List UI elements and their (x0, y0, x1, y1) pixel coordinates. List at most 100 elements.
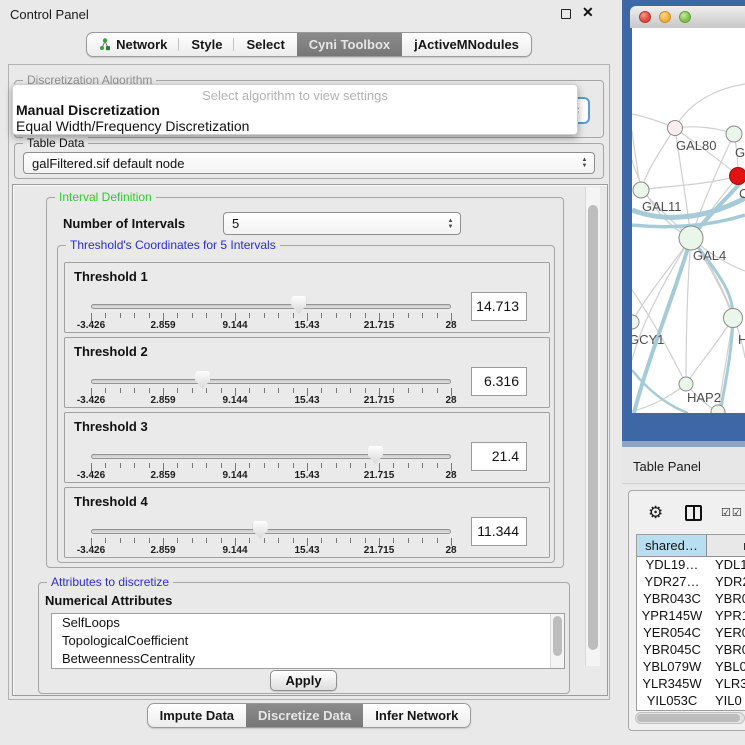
threshold-value-field[interactable]: 14.713 (471, 292, 527, 321)
threshold-3-box: Threshold 3-3.4262.8599.14415.4321.71528… (64, 412, 550, 483)
network-edge[interactable] (675, 84, 745, 128)
slider-thumb[interactable] (253, 521, 268, 539)
vertical-scrollbar[interactable] (585, 187, 600, 666)
slider-tick (293, 388, 294, 393)
table-row[interactable]: YER054CYER0 (637, 625, 745, 642)
table-row[interactable]: YPR145WYPR1 (637, 608, 745, 625)
close-icon[interactable]: ✕ (582, 4, 594, 21)
table-row[interactable]: YBR043CYBR0 (637, 591, 745, 608)
table-row[interactable]: YDL19…YDL1 (637, 557, 745, 574)
bottom-tab-discretize-data[interactable]: Discretize Data (246, 704, 363, 727)
slider-tick (249, 538, 250, 543)
column-header-na[interactable]: na (707, 535, 745, 556)
apply-button[interactable]: Apply (270, 670, 337, 691)
node-label-gal11: GAL11 (642, 199, 682, 214)
threshold-2-box: Threshold 2-3.4262.8599.14415.4321.71528… (64, 337, 550, 408)
tab-cyni-toolbox[interactable]: Cyni Toolbox (297, 33, 402, 56)
network-canvas[interactable]: GAL80GACGAL11GAL4GCY1HHAP2 (632, 28, 745, 413)
table-cell: YLR345W (637, 676, 707, 693)
dropdown-option-equal-width-frequency-discretization[interactable]: Equal Width/Frequency Discretization (13, 118, 577, 134)
checkbox-filter-icons[interactable]: ☑☑ (721, 506, 743, 519)
slider-tick (365, 313, 366, 318)
table-header-row: shared…na (637, 535, 745, 557)
slider-track[interactable] (91, 304, 451, 309)
hscrollbar-thumb[interactable] (637, 714, 740, 722)
attribute-item-betweennesscentrality[interactable]: BetweennessCentrality (52, 650, 564, 668)
close-traffic-light-icon[interactable] (639, 11, 651, 23)
network-node-gcy1[interactable] (632, 315, 639, 329)
num-intervals-label: Number of Intervals (63, 216, 185, 231)
slider-tick (350, 463, 351, 468)
slider-tick (437, 463, 438, 468)
algorithm-combo-placeholder: Select algorithm to view settings (13, 85, 577, 102)
threshold-value-field[interactable]: 21.4 (471, 442, 527, 471)
network-edge[interactable] (641, 128, 675, 190)
gear-icon[interactable]: ⚙ (648, 503, 663, 523)
split-columns-icon[interactable] (685, 505, 702, 521)
minimize-traffic-light-icon[interactable] (659, 11, 671, 23)
network-node-hap2[interactable] (679, 377, 693, 391)
slider-thumb[interactable] (291, 296, 306, 314)
table-row[interactable]: YLR345WYLR3 (637, 676, 745, 693)
slider-track[interactable] (91, 454, 451, 459)
network-node-c[interactable] (730, 168, 745, 185)
network-node-unlabeled[interactable] (711, 405, 725, 413)
slider-tick (264, 388, 265, 393)
table-cell: YLR3 (707, 676, 745, 693)
bottom-tab-infer-network[interactable]: Infer Network (363, 704, 470, 727)
control-panel-titlebar: Control Panel ✕ (0, 0, 618, 28)
slider-thumb[interactable] (368, 446, 383, 464)
network-node-h[interactable] (724, 309, 743, 328)
num-intervals-combo[interactable]: 5 ▲▼ (223, 212, 461, 235)
table-row[interactable]: YBL079WYBL0 (637, 659, 745, 676)
network-node-gal4[interactable] (679, 226, 703, 250)
attribute-item-selfloops[interactable]: SelfLoops (52, 614, 564, 632)
table-row[interactable]: YIL053CYIL0 (637, 693, 745, 710)
network-edge[interactable] (641, 176, 738, 190)
list-scrollbar[interactable] (550, 614, 564, 668)
float-window-icon[interactable] (561, 9, 571, 19)
slider-tick (192, 463, 193, 468)
network-edge[interactable] (686, 238, 691, 384)
tab-network[interactable]: Network (87, 33, 179, 56)
tab-style[interactable]: Style (179, 33, 234, 56)
threshold-value-field[interactable]: 11.344 (471, 517, 527, 546)
table-row[interactable]: YBR045CYBR0 (637, 642, 745, 659)
slider-thumb[interactable] (195, 371, 210, 389)
column-header-shared[interactable]: shared… (637, 535, 707, 556)
network-edge[interactable] (632, 238, 691, 322)
network-node-ga[interactable] (726, 126, 742, 142)
network-edge[interactable] (675, 127, 734, 134)
list-scrollbar-thumb[interactable] (553, 616, 562, 656)
slider-tick-label: 28 (423, 545, 479, 556)
zoom-traffic-light-icon[interactable] (679, 11, 691, 23)
node-table[interactable]: shared…na YDL19…YDL1YDR27…YDR2YBR043CYBR… (636, 534, 745, 711)
network-node-gal80[interactable] (668, 121, 683, 136)
threshold-label: Threshold 1 (74, 269, 148, 284)
attribute-item-topologicalcoefficient[interactable]: TopologicalCoefficient (52, 632, 564, 650)
slider-tick (206, 538, 207, 543)
bottom-tab-impute-data[interactable]: Impute Data (148, 704, 246, 727)
slider-tick (105, 388, 106, 393)
tab-select[interactable]: Select (234, 33, 296, 56)
dropdown-option-manual-discretization[interactable]: Manual Discretization (13, 102, 577, 118)
table-data-combo[interactable]: galFiltered.sif default node ▲▼ (23, 152, 595, 174)
horizontal-scrollbar[interactable] (635, 712, 745, 724)
slider-tick-label: 9.144 (207, 395, 263, 406)
slider-tick-label: -3.426 (63, 470, 119, 481)
slider-track[interactable] (91, 379, 451, 384)
numerical-attributes-list[interactable]: SelfLoopsTopologicalCoefficientBetweenne… (51, 613, 565, 669)
slider-tick-label: 15.43 (279, 470, 335, 481)
slider-track[interactable] (91, 529, 451, 534)
slider-tick (206, 388, 207, 393)
tab-jactivemnodules[interactable]: jActiveMNodules (402, 33, 531, 56)
scrollbar-thumb[interactable] (588, 205, 598, 650)
table-row[interactable]: YDR27…YDR2 (637, 574, 745, 591)
network-node-gal11[interactable] (633, 182, 649, 198)
threshold-value-field[interactable]: 6.316 (471, 367, 527, 396)
node-label-c: C (739, 186, 745, 201)
slider-tick (437, 313, 438, 318)
tab-label: Style (191, 37, 222, 52)
attributes-group-title: Attributes to discretize (47, 575, 173, 589)
slider-tick (350, 538, 351, 543)
